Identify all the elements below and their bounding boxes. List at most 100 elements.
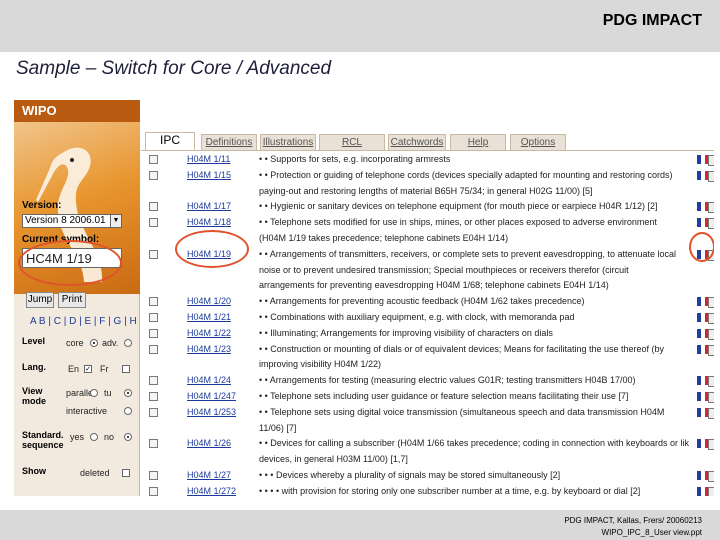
table-row: improving visibility H04M 1/22) [141, 359, 714, 371]
ipc-code-link[interactable]: H04M 1/272 [187, 486, 236, 496]
french-flag-icon[interactable] [697, 218, 714, 230]
ipc-code-link[interactable]: H04M 1/11 [187, 154, 230, 164]
document-icon[interactable] [149, 407, 158, 417]
view-tu-label: tu [104, 388, 112, 398]
entry-text: • • Illuminating; Arrangements for impro… [259, 327, 553, 338]
french-flag-icon[interactable] [697, 376, 714, 388]
french-flag-icon[interactable] [697, 407, 714, 419]
level-core-radio[interactable] [90, 339, 98, 347]
sidebar: WIPO Version: Version 8 2006.01 ▼ Current… [14, 100, 140, 496]
entry-text: • • Protection or guiding of telephone c… [259, 169, 673, 180]
version-value: Version 8 2006.01 [25, 215, 106, 226]
entry-text: (H04M 1/19 takes precedence; telephone c… [259, 233, 509, 243]
document-icon[interactable] [149, 313, 158, 322]
french-flag-icon[interactable] [697, 344, 714, 356]
level-label: Level [22, 336, 46, 346]
lang-fr-checkbox[interactable] [122, 365, 130, 373]
document-icon[interactable] [149, 297, 158, 307]
ipc-code-link[interactable]: H04M 1/20 [187, 296, 231, 306]
highlight-circle-flag [689, 232, 714, 262]
french-flag-icon[interactable] [697, 313, 714, 324]
french-flag-icon[interactable] [697, 392, 714, 403]
sequence-yes-radio[interactable] [90, 433, 98, 441]
tab-options[interactable]: Options [510, 134, 566, 150]
table-row: H04M 1/11 • • Supports for sets, e.g. inc… [141, 154, 714, 166]
tab-definitions[interactable]: Definitions [201, 134, 257, 150]
document-icon[interactable] [149, 486, 158, 496]
document-icon[interactable] [149, 218, 158, 228]
table-row: 11/06) [7] [141, 423, 714, 435]
entry-text: • • Combinations with auxiliary equipmen… [259, 312, 575, 322]
french-flag-icon[interactable] [697, 297, 714, 309]
tab-ipc[interactable]: IPC [145, 132, 195, 150]
view-interactive-radio[interactable] [124, 407, 132, 415]
document-icon[interactable] [149, 202, 158, 212]
table-row: arrangements for preventing eavesdroppin… [141, 280, 714, 292]
table-row: H04M 1/15 • • Protection or guiding of te… [141, 170, 714, 182]
tab-divider [141, 150, 714, 151]
french-flag-icon[interactable] [697, 328, 714, 340]
document-icon[interactable] [149, 170, 158, 180]
document-icon[interactable] [149, 328, 158, 338]
entry-text: • • Hygienic or sanitary devices on tele… [259, 201, 658, 212]
jump-button[interactable]: Jump [26, 292, 54, 308]
print-button[interactable]: Print [58, 292, 86, 308]
ipc-code-link[interactable]: H04M 1/26 [187, 438, 231, 448]
view-parallel-radio[interactable] [90, 389, 98, 397]
french-flag-icon[interactable] [697, 202, 714, 214]
show-deleted-label: deleted [80, 468, 110, 478]
entry-text: • • Arrangements for preventing acoustic… [259, 296, 585, 307]
french-flag-icon[interactable] [697, 155, 714, 166]
ipc-code-link[interactable]: H04M 1/15 [187, 170, 231, 180]
level-adv-radio[interactable] [124, 339, 132, 347]
table-row: devices, in general H03M 11/00) [1,7] [141, 454, 714, 466]
view-mode-label: View mode [22, 386, 47, 406]
french-flag-icon[interactable] [697, 439, 714, 451]
ipc-code-link[interactable]: H04M 1/21 [187, 312, 231, 322]
entry-text: improving visibility H04M 1/22) [259, 359, 382, 370]
french-flag-icon[interactable] [697, 170, 714, 182]
french-flag-icon[interactable] [697, 471, 714, 482]
french-flag-icon[interactable] [697, 486, 714, 496]
ipc-code-link[interactable]: H04M 1/22 [187, 328, 231, 338]
ipc-code-link[interactable]: H04M 1/27 [187, 470, 231, 480]
footer-line-1: PDG IMPACT, Kallas, Frers/ 20060213 [564, 516, 702, 525]
footer-line-2: WIPO_IPC_8_User view.ppt [601, 528, 702, 537]
tab-rcl[interactable]: RCL [319, 134, 385, 150]
lang-en-checkbox[interactable]: ✓ [84, 365, 92, 373]
sequence-no-label: no [104, 432, 115, 442]
document-icon[interactable] [149, 249, 158, 259]
letter-nav[interactable]: A B | C | D | E | F | G | H [30, 316, 137, 327]
table-row: H04M 1/18 • • Telephone sets modified for… [141, 217, 714, 230]
ipc-code-link[interactable]: H04M 1/17 [187, 201, 231, 211]
document-icon[interactable] [149, 471, 158, 480]
table-row: H04M 1/26 • • Devices for calling a subsc… [141, 438, 714, 451]
tab-help[interactable]: Help [450, 134, 506, 150]
version-select[interactable]: Version 8 2006.01 ▼ [22, 214, 122, 228]
brand-label: PDG IMPACT [602, 12, 702, 29]
document-icon[interactable] [149, 155, 158, 164]
show-deleted-checkbox[interactable] [122, 469, 130, 477]
document-icon[interactable] [149, 392, 158, 401]
document-icon[interactable] [149, 344, 158, 354]
highlight-circle-symbol [18, 240, 122, 286]
entry-text: • • Construction or mounting of dials or… [259, 343, 665, 354]
document-icon[interactable] [149, 376, 158, 386]
slide-title: Sample – Switch for Core / Advanced [16, 58, 332, 79]
header-bar: PDG IMPACT [0, 0, 720, 52]
tab-illustrations[interactable]: Illustrations [260, 134, 316, 150]
tab-catchwords[interactable]: Catchwords [388, 134, 446, 150]
ipc-code-link[interactable]: H04M 1/23 [187, 344, 231, 354]
ipc-code-link[interactable]: H04M 1/253 [187, 407, 236, 417]
ipc-code-link[interactable]: H04M 1/24 [187, 375, 231, 385]
chevron-down-icon: ▼ [110, 215, 121, 227]
sequence-no-radio[interactable] [124, 433, 132, 441]
table-row: H04M 1/21 • • Combinations with auxiliary… [141, 312, 714, 324]
ipc-code-link[interactable]: H04M 1/18 [187, 217, 231, 227]
footer-bar: PDG IMPACT, Kallas, Frers/ 20060213 WIPO… [0, 510, 720, 540]
wipo-logo: WIPO [14, 100, 140, 122]
document-icon[interactable] [149, 439, 158, 449]
view-tu-radio[interactable] [124, 389, 132, 397]
lang-en-label: En [68, 364, 80, 374]
ipc-code-link[interactable]: H04M 1/247 [187, 391, 236, 401]
